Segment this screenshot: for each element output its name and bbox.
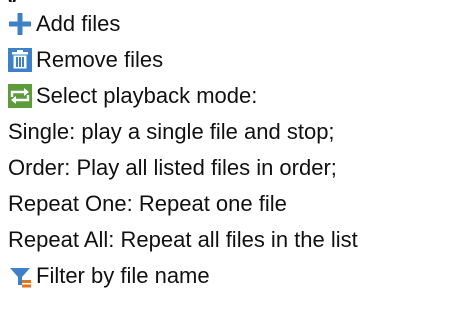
mode-desc-order: Order: Play all listed files in order; — [8, 150, 454, 186]
mode-desc-repeat-all: Repeat All: Repeat all files in the list — [8, 222, 454, 258]
help-item-remove-files: Remove files — [8, 42, 454, 78]
cropped-heading: y — [0, 0, 460, 2]
help-item-add-files: Add files — [8, 6, 454, 42]
repeat-icon — [8, 84, 32, 108]
plus-icon — [8, 12, 32, 36]
mode-desc-repeat-one: Repeat One: Repeat one file — [8, 186, 454, 222]
help-item-playback-mode: Select playback mode: — [8, 78, 454, 114]
help-item-label: Remove files — [36, 47, 164, 72]
mode-desc-single: Single: play a single file and stop; — [8, 114, 454, 150]
mode-description: Repeat All: Repeat all files in the list — [8, 227, 358, 252]
toolbar-help-list: Add files Remove files Select playback m… — [8, 6, 454, 294]
trash-icon — [8, 48, 32, 72]
mode-description: Single: play a single file and stop; — [8, 119, 335, 144]
help-item-label: Filter by file name — [36, 263, 210, 288]
mode-description: Order: Play all listed files in order; — [8, 155, 337, 180]
help-item-label: Select playback mode: — [36, 83, 258, 108]
heading-fragment: y — [6, 0, 18, 2]
help-item-label: Add files — [36, 11, 121, 36]
filter-icon — [8, 264, 32, 288]
mode-description: Repeat One: Repeat one file — [8, 191, 287, 216]
help-item-filter: Filter by file name — [8, 258, 454, 294]
